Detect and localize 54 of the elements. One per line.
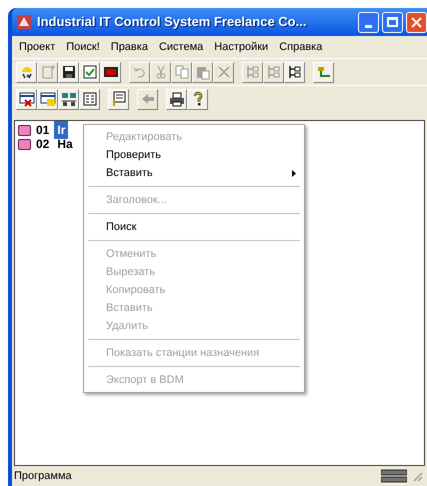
- context-menu-item[interactable]: Поиск: [86, 218, 302, 236]
- save-icon: [60, 64, 76, 80]
- toolbar-button[interactable]: [187, 88, 208, 110]
- printer-icon: [168, 91, 184, 107]
- toolbar-button[interactable]: [58, 88, 79, 110]
- toolbar-button[interactable]: [58, 62, 79, 82]
- maximize-button[interactable]: [382, 12, 403, 32]
- tree-icon: [244, 64, 260, 80]
- submenu-arrow-icon: [292, 170, 296, 176]
- close-button[interactable]: [406, 12, 427, 32]
- network-icon: [316, 64, 332, 80]
- toolbar-button[interactable]: [108, 88, 129, 110]
- toolbar-button[interactable]: [284, 62, 305, 82]
- menu-item[interactable]: Проект: [14, 36, 60, 58]
- note-icon: [110, 91, 126, 107]
- menu-item[interactable]: Поиск!: [61, 36, 105, 58]
- back-arrow-icon: [140, 91, 156, 107]
- tree-item-number: 02: [36, 136, 50, 153]
- table-icon: [40, 91, 56, 107]
- toolbar-button[interactable]: [100, 62, 121, 82]
- toolbar-button[interactable]: [16, 62, 37, 82]
- tree-item-label[interactable]: Ir: [54, 121, 68, 139]
- menu-item[interactable]: Правка: [106, 36, 153, 58]
- menu-item[interactable]: Справка: [274, 36, 328, 58]
- toolbar-button[interactable]: [79, 62, 100, 82]
- context-menu-item[interactable]: Проверить: [86, 146, 302, 164]
- status-text: Программа: [14, 468, 72, 484]
- tree-item-number: 01: [36, 122, 50, 139]
- toolbar-button[interactable]: [16, 88, 37, 110]
- folder-square-icon: [18, 124, 31, 136]
- copy-icon: [174, 64, 190, 80]
- app-icon: [16, 14, 32, 30]
- tree-icon: [266, 64, 282, 80]
- display-panel-icon: [102, 64, 118, 80]
- list-icon: [82, 91, 98, 107]
- stations-icon: [60, 91, 76, 107]
- context-menu-item[interactable]: Вставить: [86, 164, 302, 182]
- toolbar-button[interactable]: [166, 88, 187, 110]
- minimize-button[interactable]: [358, 12, 379, 32]
- resize-grip-icon: [411, 470, 423, 482]
- close-icon: [411, 16, 422, 28]
- bars-icon: [381, 469, 407, 483]
- toolbar-button[interactable]: [79, 88, 100, 110]
- delete-icon: [216, 64, 232, 80]
- menu-item[interactable]: Система: [154, 36, 208, 58]
- menu-item[interactable]: Настройки: [209, 36, 274, 58]
- paste-icon: [194, 64, 210, 80]
- window-title: Industrial IT Control System Freelance Co...: [37, 13, 306, 32]
- table-icon: [18, 91, 34, 107]
- folder-square-icon: [18, 138, 31, 150]
- toolbar-button[interactable]: [37, 88, 58, 110]
- tree-icon: [286, 64, 302, 80]
- new-document-icon: [40, 64, 56, 80]
- checked-page-icon: [82, 64, 98, 80]
